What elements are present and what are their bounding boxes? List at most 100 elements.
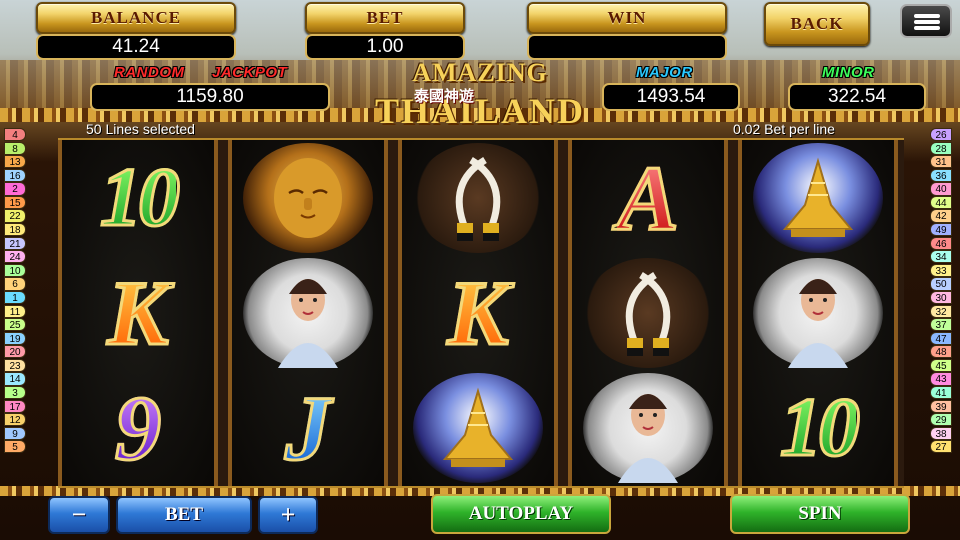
back-button[interactable]: BACK <box>764 2 870 46</box>
symbol-tusks <box>572 255 724 370</box>
payline-20-marker[interactable]: 20 <box>4 345 26 359</box>
pagoda-icon <box>753 142 883 253</box>
symbol-dancer <box>742 255 894 370</box>
payline-29-marker[interactable]: 29 <box>930 413 952 427</box>
payline-3-marker[interactable]: 3 <box>4 385 26 400</box>
payline-39-marker[interactable]: 39 <box>930 399 952 413</box>
symbol-king-glyph: K <box>106 261 170 364</box>
balance-value: 41.24 <box>36 34 236 60</box>
dancer-icon <box>753 257 883 368</box>
payline-8-marker[interactable]: 8 <box>4 141 26 155</box>
payline-28-marker[interactable]: 28 <box>930 141 952 155</box>
lines-selected-text: 50 Lines selected <box>86 121 195 137</box>
payline-24-marker[interactable]: 24 <box>4 250 26 264</box>
payline-12-marker[interactable]: 12 <box>4 413 26 427</box>
symbol-pagoda <box>742 140 894 255</box>
bet-label: BET <box>305 2 465 34</box>
autoplay-button[interactable]: AUTOPLAY <box>431 494 611 534</box>
symbol-ten-glyph: 10 <box>779 380 862 474</box>
payline-47-marker[interactable]: 47 <box>930 331 952 345</box>
payline-25-marker[interactable]: 25 <box>4 318 26 332</box>
payline-19-marker[interactable]: 19 <box>4 331 26 345</box>
symbol-ten: 10 <box>742 370 894 485</box>
payline-48-marker[interactable]: 48 <box>930 345 952 359</box>
payline-31-marker[interactable]: 31 <box>930 155 952 169</box>
symbol-buddha <box>232 140 384 255</box>
reel-area: 10 K 9 J K A 10 <box>58 138 904 488</box>
bet-button[interactable]: BET <box>116 496 252 534</box>
payline-13-marker[interactable]: 13 <box>4 155 26 169</box>
payline-44-marker[interactable]: 44 <box>930 195 952 210</box>
payline-column-right: 26 28 31 36 40 44 42 49 46 34 33 50 30 32 37 47 48 45 43 41… <box>930 128 952 454</box>
payline-40-marker[interactable]: 40 <box>930 182 952 196</box>
payline-18-marker[interactable]: 18 <box>4 223 26 237</box>
symbol-ace-glyph: A <box>616 146 680 249</box>
payline-14-marker[interactable]: 14 <box>4 372 26 386</box>
symbol-king: K <box>402 255 554 370</box>
reel-2: J <box>228 140 388 486</box>
payline-45-marker[interactable]: 45 <box>930 358 952 373</box>
menu-button[interactable] <box>900 4 952 38</box>
payline-4-marker[interactable]: 4 <box>4 128 26 142</box>
payline-37-marker[interactable]: 37 <box>930 318 952 332</box>
payline-34-marker[interactable]: 34 <box>930 250 952 264</box>
payline-42-marker[interactable]: 42 <box>930 209 952 223</box>
symbol-jack: J <box>232 370 384 485</box>
payline-10-marker[interactable]: 10 <box>4 263 26 277</box>
minor-value: 322.54 <box>788 83 926 111</box>
payline-17-marker[interactable]: 17 <box>4 399 26 413</box>
major-value: 1493.54 <box>602 83 740 111</box>
payline-30-marker[interactable]: 30 <box>930 290 952 305</box>
symbol-nine: 9 <box>62 370 214 485</box>
payline-26-marker[interactable]: 26 <box>930 128 952 142</box>
symbol-jack-glyph: J <box>284 376 333 479</box>
payline-49-marker[interactable]: 49 <box>930 223 952 237</box>
payline-2-marker[interactable]: 2 <box>4 182 26 196</box>
payline-41-marker[interactable]: 41 <box>930 385 952 400</box>
menu-icon <box>914 14 940 18</box>
spin-button[interactable]: SPIN <box>730 494 910 534</box>
random-jackpot-label-1: RANDOM <box>114 64 185 81</box>
payline-32-marker[interactable]: 32 <box>930 304 952 318</box>
payline-15-marker[interactable]: 15 <box>4 195 26 210</box>
payline-21-marker[interactable]: 21 <box>4 236 26 250</box>
payline-36-marker[interactable]: 36 <box>930 168 952 182</box>
symbol-king: K <box>62 255 214 370</box>
symbol-tusks <box>402 140 554 255</box>
logo-line-1: AMAZING <box>412 58 548 87</box>
win-label: WIN <box>527 2 727 34</box>
pagoda-icon <box>413 372 543 483</box>
payline-46-marker[interactable]: 46 <box>930 236 952 250</box>
logo-chinese: 泰國神遊 <box>414 88 475 105</box>
payline-9-marker[interactable]: 9 <box>4 426 26 440</box>
bet-increase-button[interactable]: + <box>258 496 318 534</box>
payline-33-marker[interactable]: 33 <box>930 263 952 277</box>
symbol-ten: 10 <box>62 140 214 255</box>
win-value <box>527 34 727 60</box>
payline-1-marker[interactable]: 1 <box>4 290 26 305</box>
payline-5-marker[interactable]: 5 <box>4 440 26 454</box>
random-jackpot-value: 1159.80 <box>90 83 330 111</box>
payline-43-marker[interactable]: 43 <box>930 372 952 386</box>
payline-23-marker[interactable]: 23 <box>4 358 26 373</box>
payline-22-marker[interactable]: 22 <box>4 209 26 223</box>
payline-50-marker[interactable]: 50 <box>930 277 952 291</box>
bet-value: 1.00 <box>305 34 465 60</box>
buddha-icon <box>243 142 373 253</box>
bet-decrease-button[interactable]: − <box>48 496 110 534</box>
reel-3: K <box>398 140 558 486</box>
major-label: MAJOR <box>636 64 693 81</box>
payline-6-marker[interactable]: 6 <box>4 277 26 291</box>
symbol-pagoda <box>402 370 554 485</box>
payline-38-marker[interactable]: 38 <box>930 426 952 440</box>
payline-11-marker[interactable]: 11 <box>4 304 26 318</box>
symbol-nine-glyph: 9 <box>114 376 163 479</box>
payline-16-marker[interactable]: 16 <box>4 168 26 182</box>
symbol-dancer <box>232 255 384 370</box>
payline-27-marker[interactable]: 27 <box>930 440 952 454</box>
game-logo: AMAZING 泰國神遊 THAILAND <box>352 58 608 134</box>
bet-per-line-text: 0.02 Bet per line <box>733 121 835 137</box>
tusks-icon <box>413 142 543 253</box>
symbol-ace: A <box>572 140 724 255</box>
reel-4: A <box>568 140 728 486</box>
